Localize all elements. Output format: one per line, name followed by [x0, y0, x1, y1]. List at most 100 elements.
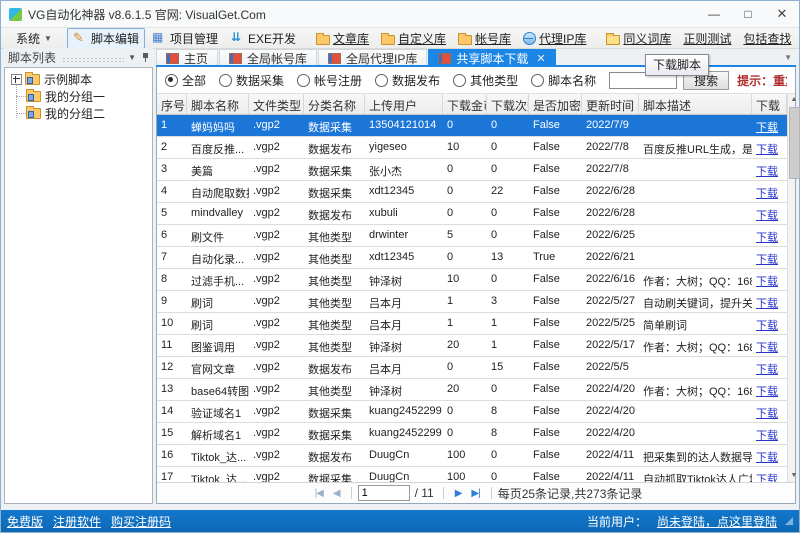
table-row[interactable]: 12官网文章.vgp2数据发布吕本月015False2022/5/5下载 [157, 357, 787, 379]
toolbar-account-lib-button[interactable]: 帐号库 [453, 29, 516, 48]
table-row[interactable]: 6刷文件.vgp2其他类型drwinter50False2022/6/25下载 [157, 225, 787, 247]
column-header-2[interactable]: 脚本名称 [187, 94, 249, 114]
download-link[interactable]: 下载 [756, 210, 778, 222]
download-link[interactable]: 下载 [756, 166, 778, 178]
column-header-7[interactable]: 下载次数 [487, 94, 529, 114]
first-page-icon[interactable]: |◀ [315, 488, 323, 499]
filter-option-5[interactable]: 其他类型 [453, 72, 518, 89]
statusbar-link-1[interactable]: 免费版 [7, 513, 43, 530]
radio-icon[interactable] [219, 74, 232, 87]
download-link[interactable]: 下载 [756, 254, 778, 266]
filter-option-1[interactable]: 全部 [165, 72, 206, 89]
radio-icon[interactable] [297, 74, 310, 87]
tree-item-3[interactable]: 我的分组二 [5, 105, 152, 122]
column-header-4[interactable]: 分类名称 [304, 94, 365, 114]
download-link[interactable]: 下载 [756, 474, 778, 482]
statusbar-link-2[interactable]: 注册软件 [53, 513, 101, 530]
download-link[interactable]: 下载 [756, 364, 778, 376]
table-scrollbar[interactable]: ▲ ▼ [787, 94, 795, 482]
login-link[interactable]: 尚未登陆，点这里登陆 [657, 513, 777, 530]
table-row[interactable]: 16Tiktok_达....vgp2数据发布DuugCn1000False202… [157, 445, 787, 467]
table-row[interactable]: 17Tiktok_达....vgp2数据采集DuugCn1000False202… [157, 467, 787, 482]
scroll-down-icon[interactable]: ▼ [788, 470, 800, 482]
page-number-input[interactable] [358, 485, 410, 501]
resize-grip-icon[interactable] [785, 517, 793, 525]
scroll-up-icon[interactable]: ▲ [788, 94, 800, 106]
download-link[interactable]: 下载 [756, 298, 778, 310]
toolbar-article-lib-button[interactable]: 文章库 [311, 29, 374, 48]
radio-icon[interactable] [453, 74, 466, 87]
column-header-9[interactable]: 更新时间 [582, 94, 639, 114]
download-link[interactable]: 下载 [756, 408, 778, 420]
last-page-icon[interactable]: ▶| [471, 488, 479, 499]
table-row[interactable]: 2百度反推....vgp2数据发布yigeseo100False2022/7/8… [157, 137, 787, 159]
table-row[interactable]: 10刷词.vgp2其他类型吕本月11False2022/5/25简单刷词下载 [157, 313, 787, 335]
toolbar-article-lib-label: 文章库 [333, 30, 369, 47]
toolbar-regex-test-button[interactable]: 正则测试 [678, 29, 736, 48]
download-link[interactable]: 下载 [756, 188, 778, 200]
download-link[interactable]: 下载 [756, 276, 778, 288]
tab-home[interactable]: 主页 [156, 49, 218, 67]
table-row[interactable]: 7自动化录....vgp2其他类型xdt12345013True2022/6/2… [157, 247, 787, 269]
toolbar-project-manage-button[interactable]: 项目管理 [147, 29, 223, 48]
tab-global-account-lib[interactable]: 全局帐号库 [219, 49, 317, 67]
toolbar-system-button[interactable]: 系统▼ [11, 29, 57, 48]
column-header-8[interactable]: 是否加密 [529, 94, 582, 114]
column-header-11[interactable]: 下载 [752, 94, 787, 114]
download-link[interactable]: 下载 [756, 122, 778, 134]
radio-icon[interactable] [531, 74, 544, 87]
download-link[interactable]: 下载 [756, 430, 778, 442]
tree-item-2[interactable]: 我的分组一 [5, 88, 152, 105]
table-row[interactable]: 13base64转图片.vgp2其他类型钟泽树200False2022/4/20… [157, 379, 787, 401]
close-button[interactable]: ✕ [765, 1, 799, 27]
table-row[interactable]: 3美篇.vgp2数据采集张小杰00False2022/7/8下载 [157, 159, 787, 181]
tab-close-icon[interactable]: ✕ [536, 52, 545, 65]
column-header-6[interactable]: 下载金币 [443, 94, 487, 114]
cell-category: 其他类型 [304, 225, 365, 246]
maximize-button[interactable]: □ [731, 1, 765, 27]
table-row[interactable]: 11图鉴调用.vgp2其他类型钟泽树201False2022/5/17作者：大树… [157, 335, 787, 357]
download-link[interactable]: 下载 [756, 320, 778, 332]
column-header-5[interactable]: 上传用户 [365, 94, 443, 114]
scrollbar-thumb[interactable] [789, 107, 800, 179]
prev-page-icon[interactable]: ◀ [333, 488, 340, 499]
filter-option-3[interactable]: 帐号注册 [297, 72, 362, 89]
download-link[interactable]: 下载 [756, 342, 778, 354]
table-row[interactable]: 5mindvalley.vgp2数据发布xubuli00False2022/6/… [157, 203, 787, 225]
download-link[interactable]: 下载 [756, 386, 778, 398]
table-row[interactable]: 8过滤手机....vgp2其他类型钟泽树100False2022/6/16作者：… [157, 269, 787, 291]
table-row[interactable]: 15解析域名1.vgp2数据采集kuang245229908False2022/… [157, 423, 787, 445]
radio-icon[interactable] [375, 74, 388, 87]
minimize-button[interactable]: — [697, 1, 731, 27]
filter-option-6[interactable]: 脚本名称 [531, 72, 596, 89]
toolbar-exe-dev-button[interactable]: EXE开发 [225, 29, 301, 48]
column-header-10[interactable]: 脚本描述 [639, 94, 752, 114]
filter-option-4[interactable]: 数据发布 [375, 72, 440, 89]
toolbar-proxy-ip-lib-button[interactable]: 代理IP库 [518, 29, 591, 48]
table-row[interactable]: 14验证域名1.vgp2数据采集kuang245229908False2022/… [157, 401, 787, 423]
pin-icon[interactable] [142, 52, 150, 63]
filter-option-2[interactable]: 数据采集 [219, 72, 284, 89]
toolbar-synonym-lib-button[interactable]: 同义词库 [601, 29, 676, 48]
expand-icon[interactable] [11, 74, 22, 85]
download-link[interactable]: 下载 [756, 144, 778, 156]
filter-option-label: 帐号注册 [314, 72, 362, 89]
toolbar-custom-lib-button[interactable]: 自定义库 [376, 29, 451, 48]
table-row[interactable]: 1蝉妈妈吗.vgp2数据采集1350412101400False2022/7/9… [157, 115, 787, 137]
column-header-1[interactable]: 序号 [157, 94, 187, 114]
download-link[interactable]: 下载 [756, 452, 778, 464]
statusbar-link-3[interactable]: 购买注册码 [111, 513, 171, 530]
toolbar-script-edit-button[interactable]: 脚本编辑 [67, 28, 145, 49]
chevron-down-icon[interactable]: ▼ [128, 53, 136, 62]
tree-item-1[interactable]: 示例脚本 [5, 71, 152, 88]
download-link[interactable]: 下载 [756, 232, 778, 244]
tab-global-proxy-ip-lib[interactable]: 全局代理IP库 [318, 49, 427, 67]
table-row[interactable]: 4自动爬取数据.vgp2数据采集xdt12345022False2022/6/2… [157, 181, 787, 203]
tab-overflow-icon[interactable]: ▼ [784, 53, 796, 62]
next-page-icon[interactable]: ▶ [455, 488, 462, 499]
radio-icon[interactable] [165, 74, 178, 87]
toolbar-include-find-button[interactable]: 包括查找 [738, 29, 796, 48]
column-header-3[interactable]: 文件类型 [249, 94, 304, 114]
tab-shared-script-download[interactable]: 共享脚本下载✕ [428, 49, 555, 67]
table-row[interactable]: 9刷词.vgp2其他类型吕本月13False2022/5/27自动刷关键词，提升… [157, 291, 787, 313]
